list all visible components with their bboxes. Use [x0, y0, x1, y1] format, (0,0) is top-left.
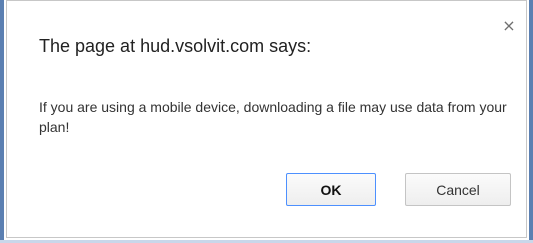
ok-button[interactable]: OK [286, 173, 376, 206]
window-border-left [0, 0, 4, 243]
cancel-button[interactable]: Cancel [405, 173, 511, 206]
browser-frame: × The page at hud.vsolvit.com says: If y… [0, 0, 533, 243]
window-border-right [529, 0, 533, 243]
close-icon[interactable]: × [502, 18, 516, 34]
dialog-title: The page at hud.vsolvit.com says: [39, 36, 312, 56]
dialog-message: If you are using a mobile device, downlo… [39, 99, 507, 135]
alert-dialog: × The page at hud.vsolvit.com says: If y… [6, 0, 527, 238]
